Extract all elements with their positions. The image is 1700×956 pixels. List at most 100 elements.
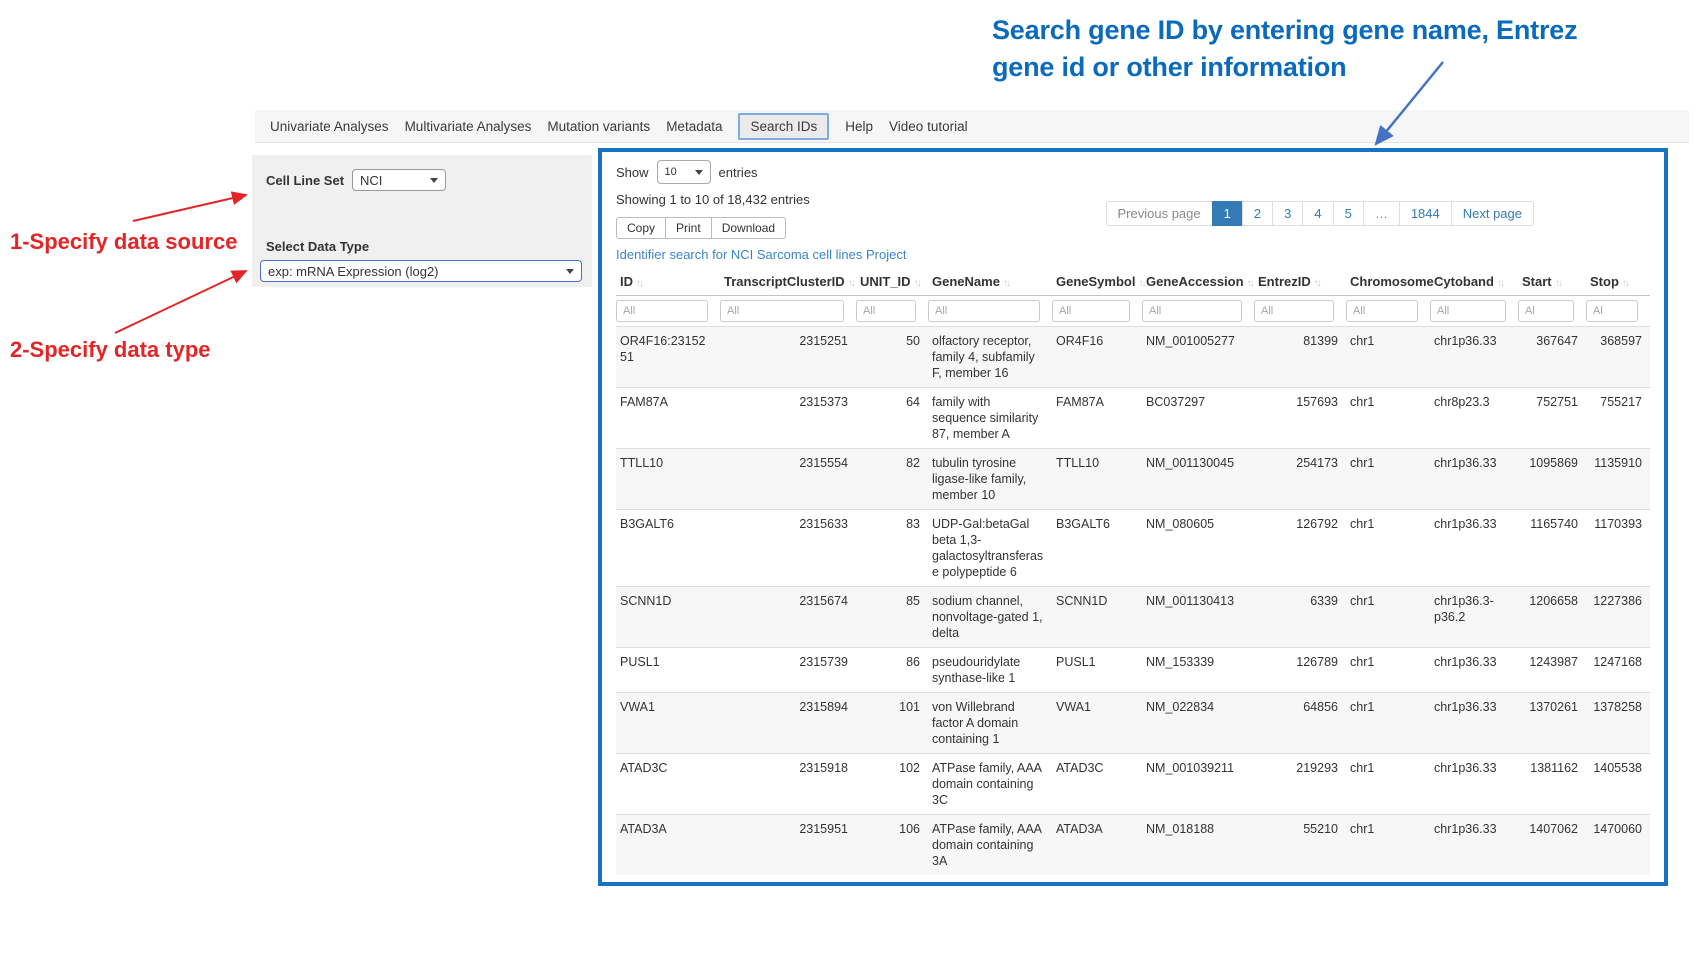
pagination-ellipsis[interactable]: …: [1363, 201, 1400, 226]
filter-input-genename[interactable]: [928, 300, 1040, 322]
pagination-page-1844[interactable]: 1844: [1399, 201, 1452, 226]
filter-input-unit-id[interactable]: [856, 300, 916, 322]
cell-stop: 1378258: [1586, 693, 1650, 754]
cell-unit-id: 101: [856, 693, 928, 754]
search-ids-panel: Show 10 entries Showing 1 to 10 of 18,43…: [598, 148, 1668, 886]
filter-input-entrezid[interactable]: [1254, 300, 1334, 322]
cell-unit-id: 83: [856, 510, 928, 587]
table-row: SCNN1D231567485sodium channel, nonvoltag…: [616, 587, 1650, 648]
cell-geneaccession: NM_153339: [1142, 648, 1254, 693]
pagination: Previous page12345…1844Next page: [1106, 201, 1534, 226]
tab-mutation-variants[interactable]: Mutation variants: [547, 113, 650, 140]
cell-line-set-value: NCI: [360, 173, 382, 188]
pagination-page-5[interactable]: 5: [1333, 201, 1364, 226]
pagination-page-2[interactable]: 2: [1242, 201, 1273, 226]
tab-multivariate-analyses[interactable]: Multivariate Analyses: [405, 113, 532, 140]
pagination-prev[interactable]: Previous page: [1106, 201, 1213, 226]
sort-icon: ↑↓: [914, 278, 920, 289]
filter-input-chromosome[interactable]: [1346, 300, 1418, 322]
cell-stop: 1247168: [1586, 648, 1650, 693]
column-header-entrezid[interactable]: EntrezID↑↓: [1254, 268, 1346, 296]
page-length-value: 10: [665, 166, 677, 178]
download-button[interactable]: Download: [711, 217, 786, 239]
filter-input-stop[interactable]: [1586, 300, 1638, 322]
pagination-next[interactable]: Next page: [1451, 201, 1534, 226]
cell-cytoband: chr1p36.33: [1430, 327, 1518, 388]
cell-genesymbol: FAM87A: [1052, 388, 1142, 449]
cell-genesymbol: SCNN1D: [1052, 587, 1142, 648]
filter-input-id[interactable]: [616, 300, 708, 322]
cell-chromosome: chr1: [1346, 815, 1430, 876]
filter-input-start[interactable]: [1518, 300, 1574, 322]
cell-entrezid: 219293: [1254, 754, 1346, 815]
cell-start: 1165740: [1518, 510, 1586, 587]
pagination-page-4[interactable]: 4: [1302, 201, 1333, 226]
pagination-page-3[interactable]: 3: [1272, 201, 1303, 226]
column-header-start[interactable]: Start↑↓: [1518, 268, 1586, 296]
cell-start: 1243987: [1518, 648, 1586, 693]
column-header-chromosome[interactable]: Chromosome↑↓: [1346, 268, 1430, 296]
column-label: TranscriptClusterID: [724, 274, 845, 289]
cell-stop: 368597: [1586, 327, 1650, 388]
column-header-genename[interactable]: GeneName↑↓: [928, 268, 1052, 296]
cell-chromosome: chr1: [1346, 754, 1430, 815]
cell-entrezid: 126789: [1254, 648, 1346, 693]
copy-button[interactable]: Copy: [616, 217, 666, 239]
cell-stop: 755217: [1586, 388, 1650, 449]
data-type-select[interactable]: exp: mRNA Expression (log2): [260, 260, 582, 282]
cell-cytoband: chr1p36.33: [1430, 510, 1518, 587]
tab-univariate-analyses[interactable]: Univariate Analyses: [270, 113, 389, 140]
entries-label: entries: [719, 165, 758, 180]
filter-input-genesymbol[interactable]: [1052, 300, 1130, 322]
column-header-cytoband[interactable]: Cytoband↑↓: [1430, 268, 1518, 296]
page-length-select[interactable]: 10: [657, 160, 711, 184]
cell-entrezid: 64856: [1254, 693, 1346, 754]
cell-id: ATAD3A: [616, 815, 720, 876]
tab-search-ids[interactable]: Search IDs: [738, 113, 829, 140]
column-header-unit-id[interactable]: UNIT_ID↑↓: [856, 268, 928, 296]
column-header-genesymbol[interactable]: GeneSymbol↑↓: [1052, 268, 1142, 296]
cell-stop: 1170393: [1586, 510, 1650, 587]
header-row: ID↑↓TranscriptClusterID↑↓UNIT_ID↑↓GeneNa…: [616, 268, 1650, 296]
red-arrow-2: [115, 271, 246, 333]
table-row: PUSL1231573986pseudouridylate synthase-l…: [616, 648, 1650, 693]
cell-start: 1206658: [1518, 587, 1586, 648]
filter-cell-cytoband: [1430, 296, 1518, 327]
sort-icon: ↑↓: [636, 278, 642, 289]
cell-geneaccession: BC037297: [1142, 388, 1254, 449]
filter-input-cytoband[interactable]: [1430, 300, 1506, 322]
cell-stop: 1470060: [1586, 815, 1650, 876]
cell-genename: sodium channel, nonvoltage-gated 1, delt…: [928, 587, 1052, 648]
sort-icon: ↑↓: [1003, 278, 1009, 289]
column-header-transcriptclusterid[interactable]: TranscriptClusterID↑↓: [720, 268, 856, 296]
cell-genesymbol: ATAD3C: [1052, 754, 1142, 815]
column-header-id[interactable]: ID↑↓: [616, 268, 720, 296]
tab-help[interactable]: Help: [845, 113, 873, 140]
table-row: B3GALT6231563383UDP-Gal:betaGal beta 1,3…: [616, 510, 1650, 587]
filter-input-transcriptclusterid[interactable]: [720, 300, 844, 322]
column-header-geneaccession[interactable]: GeneAccession↑↓: [1142, 268, 1254, 296]
chevron-down-icon: [695, 170, 703, 175]
cell-unit-id: 85: [856, 587, 928, 648]
cell-genesymbol: OR4F16: [1052, 327, 1142, 388]
cell-unit-id: 102: [856, 754, 928, 815]
identifier-search-link[interactable]: Identifier search for NCI Sarcoma cell l…: [616, 247, 906, 262]
column-header-stop[interactable]: Stop↑↓: [1586, 268, 1650, 296]
print-button[interactable]: Print: [665, 217, 712, 239]
annotation-heading: Search gene ID by entering gene name, En…: [992, 12, 1577, 86]
cell-stop: 1405538: [1586, 754, 1650, 815]
tab-metadata[interactable]: Metadata: [666, 113, 722, 140]
cell-unit-id: 50: [856, 327, 928, 388]
tab-video-tutorial[interactable]: Video tutorial: [889, 113, 968, 140]
cell-geneaccession: NM_018188: [1142, 815, 1254, 876]
column-label: GeneAccession: [1146, 274, 1244, 289]
cell-line-set-select[interactable]: NCI: [352, 169, 446, 191]
pagination-page-1[interactable]: 1: [1212, 201, 1243, 226]
cell-cytoband: chr1p36.33: [1430, 449, 1518, 510]
cell-unit-id: 82: [856, 449, 928, 510]
annotation-heading-line1: Search gene ID by entering gene name, En…: [992, 12, 1577, 49]
cell-transcriptclusterid: 2315918: [720, 754, 856, 815]
filter-input-geneaccession[interactable]: [1142, 300, 1242, 322]
cell-genesymbol: PUSL1: [1052, 648, 1142, 693]
sort-icon: ↑↓: [1138, 278, 1144, 289]
